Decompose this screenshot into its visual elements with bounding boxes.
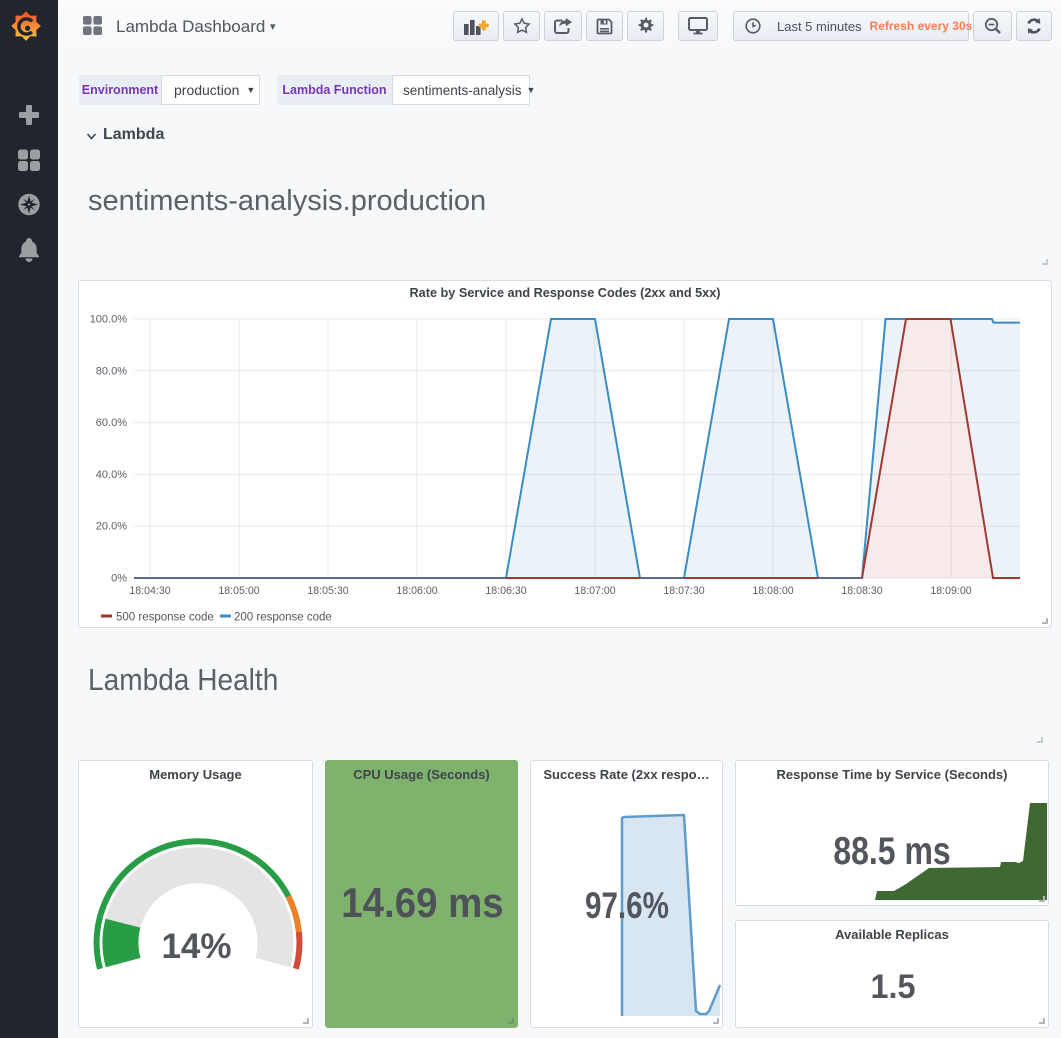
svg-text:18:05:30: 18:05:30 — [307, 585, 348, 597]
svg-text:18:07:00: 18:07:00 — [574, 585, 615, 597]
svg-text:40.0%: 40.0% — [96, 469, 127, 481]
svg-text:100.0%: 100.0% — [90, 314, 128, 326]
svg-text:18:06:00: 18:06:00 — [396, 585, 437, 597]
svg-text:200 response code: 200 response code — [234, 612, 332, 624]
svg-text:80.0%: 80.0% — [96, 365, 127, 377]
svg-text:60.0%: 60.0% — [96, 417, 127, 429]
svg-text:0%: 0% — [111, 573, 127, 585]
svg-text:18:09:00: 18:09:00 — [930, 585, 971, 597]
svg-text:18:08:00: 18:08:00 — [752, 585, 793, 597]
svg-text:18:04:30: 18:04:30 — [129, 585, 170, 597]
svg-text:18:07:30: 18:07:30 — [663, 585, 704, 597]
svg-text:500 response code: 500 response code — [116, 612, 214, 624]
svg-text:18:06:30: 18:06:30 — [485, 585, 526, 597]
svg-text:20.0%: 20.0% — [96, 521, 127, 533]
svg-text:18:08:30: 18:08:30 — [841, 585, 882, 597]
svg-text:18:05:00: 18:05:00 — [218, 585, 259, 597]
